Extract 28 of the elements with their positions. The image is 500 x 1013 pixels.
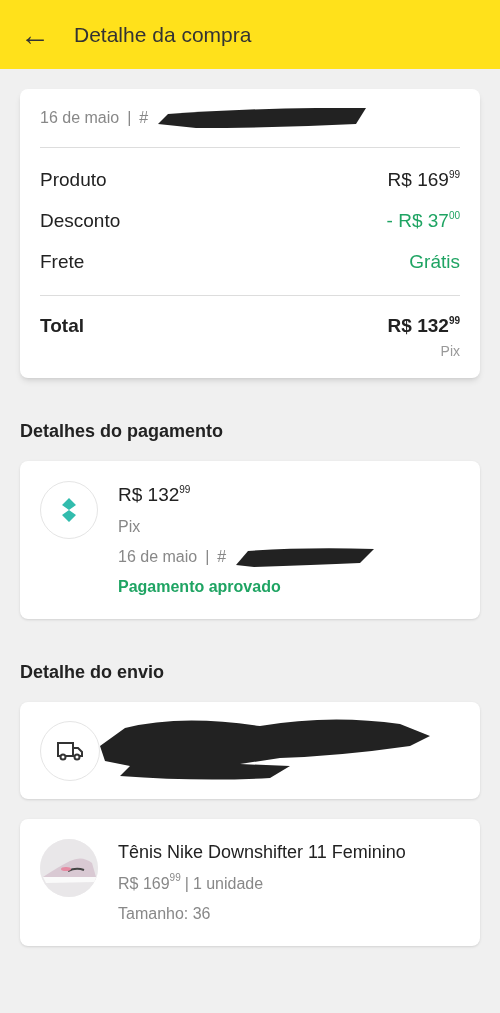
summary-label: Produto bbox=[40, 168, 107, 193]
separator: | bbox=[184, 874, 189, 894]
order-date: 16 de maio bbox=[40, 108, 120, 128]
product-quantity: 1 unidade bbox=[192, 874, 264, 894]
payment-method: Pix bbox=[440, 341, 460, 361]
total-label: Total bbox=[40, 314, 84, 338]
back-button[interactable]: ← bbox=[20, 19, 50, 50]
payment-amount: R$ 132$^{99}$ bbox=[118, 482, 192, 507]
payment-status: Pagamento aprovado bbox=[118, 577, 282, 597]
summary-label: Desconto bbox=[40, 209, 121, 234]
separator: | bbox=[127, 108, 132, 128]
product-title: Tênis Nike Downshifter 11 Feminino bbox=[118, 841, 406, 864]
order-number: # bbox=[139, 108, 149, 128]
summary-value: R$ 169$^{99}$ bbox=[387, 168, 460, 193]
section-heading: Detalhe do envio bbox=[20, 661, 166, 684]
section-heading: Detalhes do pagamento bbox=[20, 419, 225, 443]
payment-method: Pix bbox=[118, 517, 142, 537]
product-price: R$ 169$^{99}$ bbox=[118, 872, 181, 894]
payment-date: 16 de maio bbox=[118, 547, 198, 567]
truck-icon bbox=[56, 739, 84, 762]
payment-number: # bbox=[217, 547, 227, 567]
page-title: Detalhe da compra bbox=[74, 21, 252, 48]
separator: | bbox=[205, 547, 210, 567]
summary-value: - R$ 37$^{00}$ bbox=[386, 209, 460, 234]
total-value: R$ 132$^{99}$ bbox=[387, 314, 460, 338]
summary-label: Frete bbox=[40, 250, 85, 275]
summary-value: Grátis bbox=[409, 250, 460, 275]
product-size: Tamanho: 36 bbox=[118, 904, 212, 924]
